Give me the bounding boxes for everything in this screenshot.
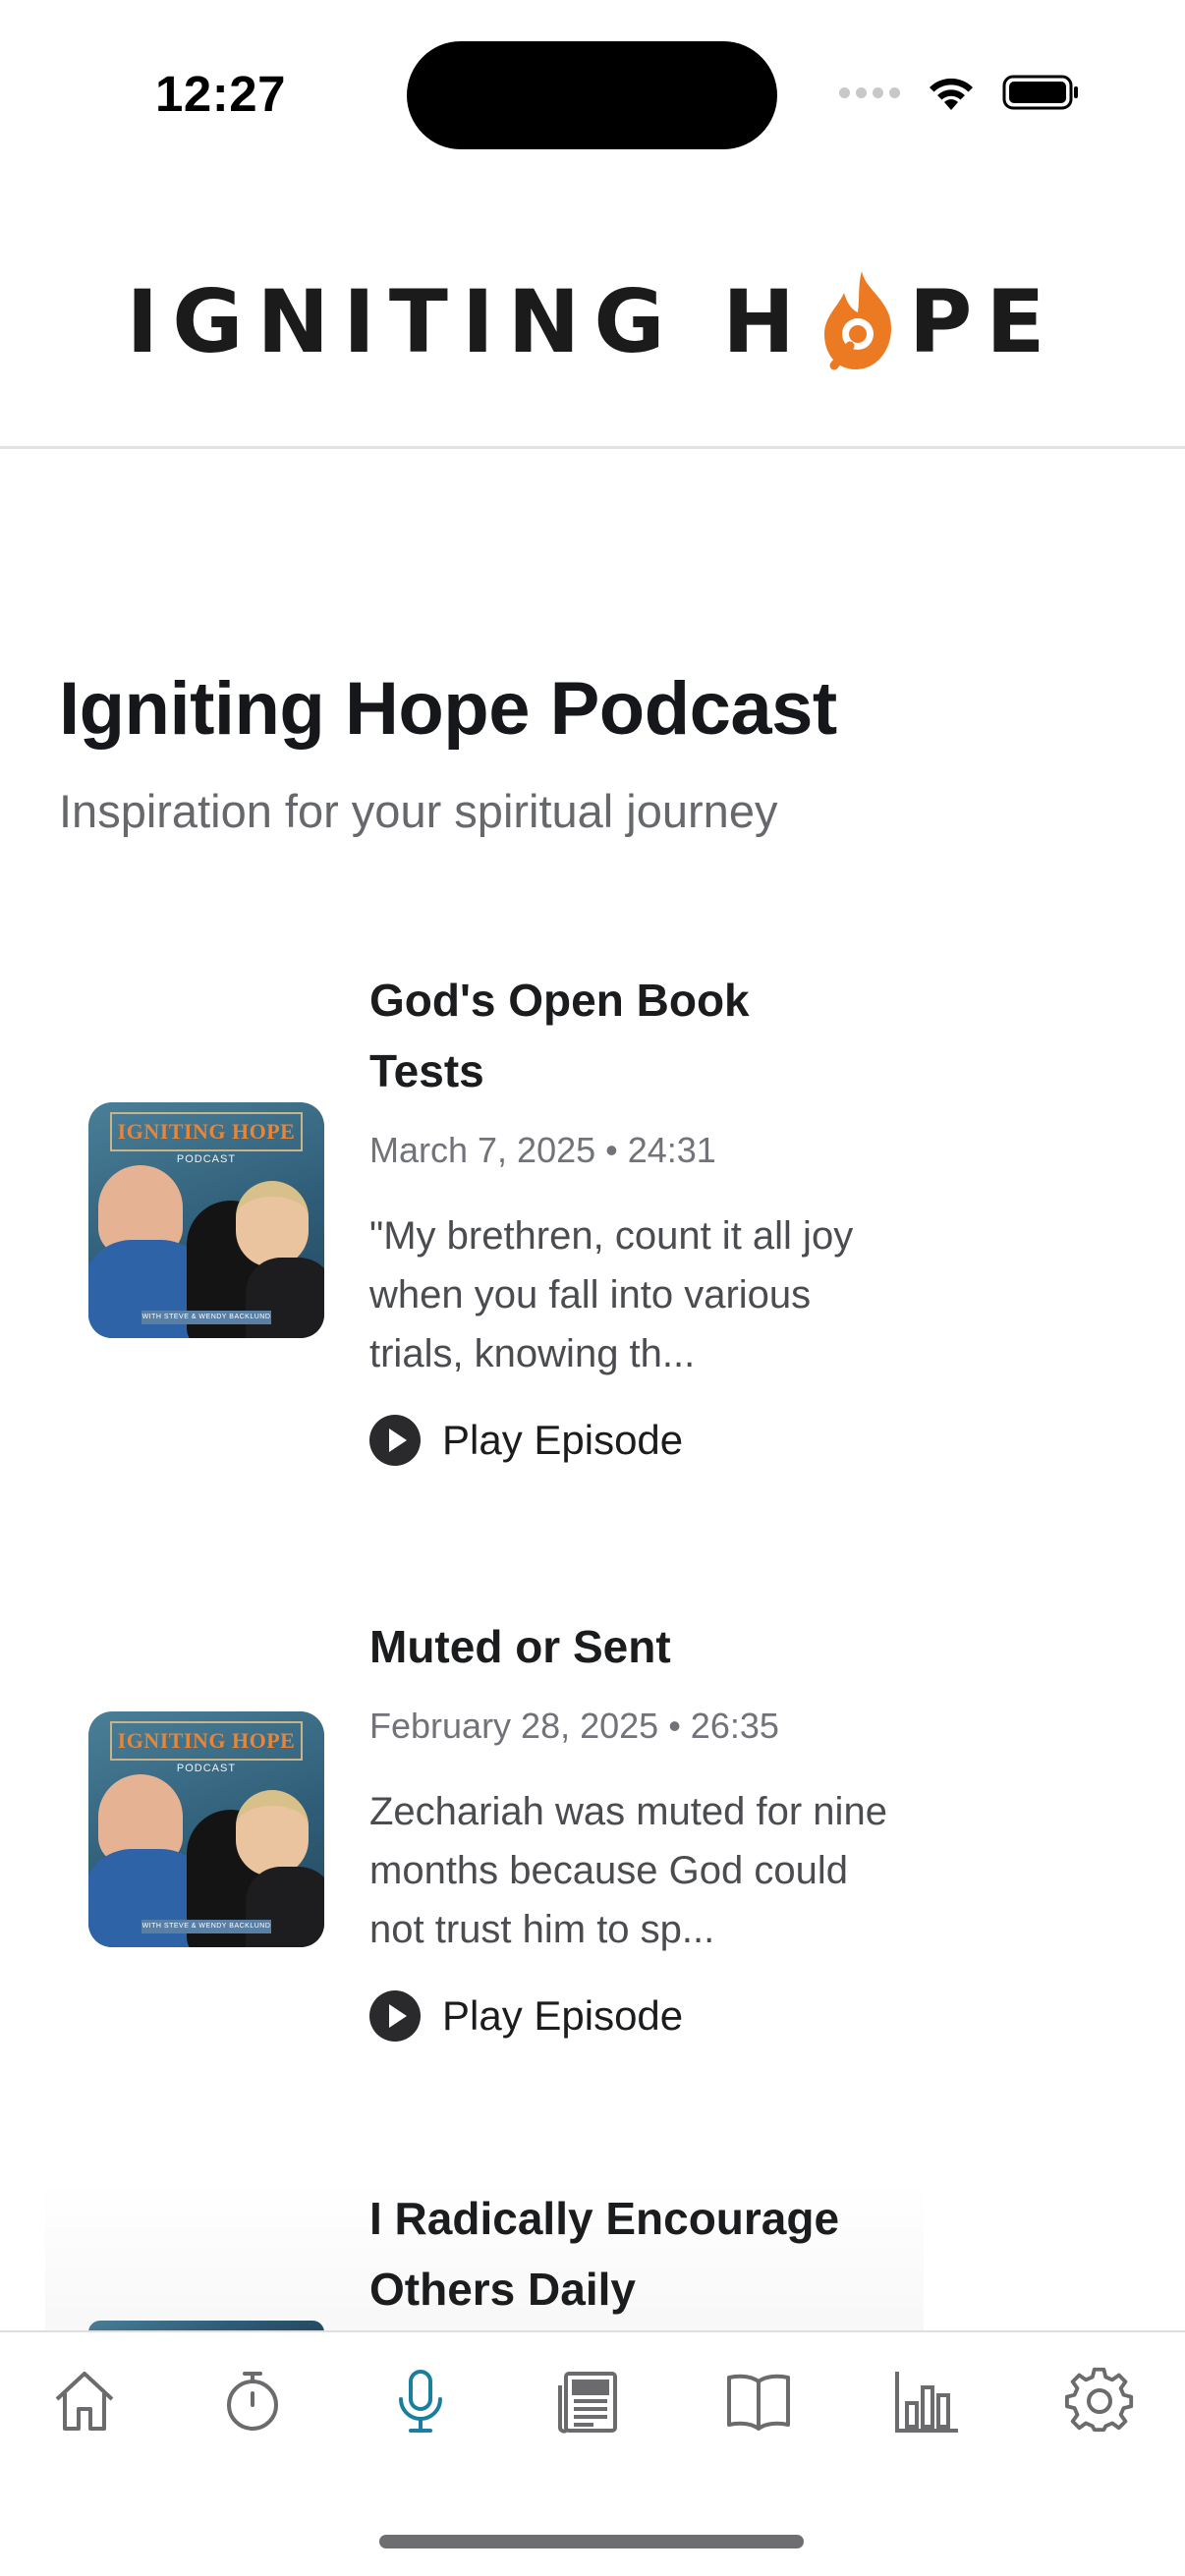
header-divider <box>0 446 1185 449</box>
play-icon <box>369 1415 421 1466</box>
play-episode-label: Play Episode <box>442 1417 684 1463</box>
episode-artwork: IGNITING HOPE PODCAST WITH STEVE & WENDY… <box>88 1102 324 1338</box>
tab-bible[interactable] <box>719 2362 798 2440</box>
microphone-icon <box>399 2370 442 2433</box>
episode-title[interactable]: God's Open Book Tests <box>369 965 861 1106</box>
bar-chart-icon <box>895 2372 958 2433</box>
tab-settings[interactable] <box>1061 2362 1140 2440</box>
home-indicator[interactable] <box>379 2535 804 2548</box>
cellular-signal-icon <box>839 86 900 98</box>
tab-stats[interactable] <box>887 2362 966 2440</box>
book-icon <box>727 2374 790 2431</box>
artwork-subtitle: PODCAST <box>176 1763 237 1774</box>
tab-home[interactable] <box>45 2362 124 2440</box>
artwork-banner: IGNITING HOPE <box>110 1721 303 1761</box>
status-time: 12:27 <box>155 66 286 122</box>
artwork-subtitle: PODCAST <box>176 1153 237 1165</box>
status-icons <box>839 73 1081 112</box>
play-episode-button[interactable]: Play Episode <box>369 1415 683 1466</box>
logo-text-right: PE <box>908 271 1059 372</box>
episode-title[interactable]: Muted or Sent <box>369 1611 861 1682</box>
newspaper-icon <box>558 2372 617 2434</box>
home-icon <box>55 2372 114 2431</box>
page-subtitle: Inspiration for your spiritual journey <box>59 785 778 837</box>
episode-meta: February 28, 2025 • 26:35 <box>369 1706 779 1746</box>
tab-news[interactable] <box>550 2362 629 2440</box>
episode-artwork: IGNITING HOPE PODCAST WITH STEVE & WENDY… <box>88 1711 324 1947</box>
dynamic-island <box>407 41 777 149</box>
episode-description: Zechariah was muted for nine months beca… <box>369 1790 887 1951</box>
tab-podcast[interactable] <box>381 2362 460 2440</box>
app-header: IGNITING H PE <box>0 252 1185 449</box>
battery-icon <box>1002 75 1078 110</box>
igniting-hope-logo: IGNITING H PE <box>0 271 1185 375</box>
flame-icon <box>823 271 891 370</box>
logo-text-left: IGNITING H <box>126 271 809 372</box>
artwork-footer: WITH STEVE & WENDY BACKLUND <box>141 1311 271 1324</box>
gear-icon <box>1065 2367 1134 2433</box>
play-episode-label: Play Episode <box>442 1992 684 2039</box>
artwork-banner: IGNITING HOPE <box>110 1112 303 1151</box>
play-icon <box>369 1990 421 2042</box>
episode-title[interactable]: I Radically Encourage Others Daily <box>369 2183 920 2324</box>
timer-icon <box>227 2372 278 2431</box>
episode-meta: March 7, 2025 • 24:31 <box>369 1130 716 1170</box>
page-title: Igniting Hope Podcast <box>59 667 837 751</box>
wifi-icon <box>930 78 973 110</box>
play-episode-button[interactable]: Play Episode <box>369 1990 683 2042</box>
tab-timer[interactable] <box>213 2362 292 2440</box>
artwork-footer: WITH STEVE & WENDY BACKLUND <box>141 1920 271 1933</box>
episode-description: "My brethren, count it all joy when you … <box>369 1214 854 1375</box>
